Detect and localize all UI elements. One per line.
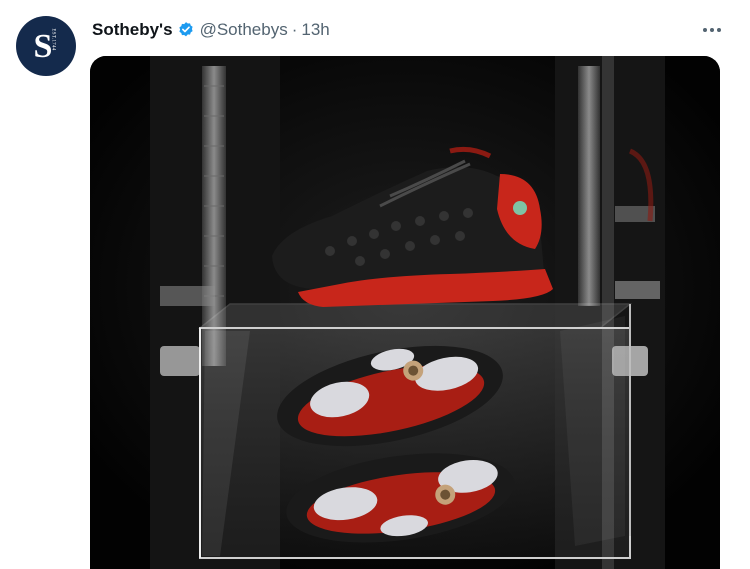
avatar[interactable]: S EST.1744 [16,16,76,76]
tweet-media-image[interactable] [90,56,720,569]
user-handle[interactable]: @Sothebys [200,20,288,40]
avatar-est-text: EST.1744 [50,28,56,51]
separator-dot: · [291,20,298,39]
timestamp[interactable]: 13h [301,20,329,40]
display-name[interactable]: Sotheby's [92,20,173,40]
sneaker-display-photo [90,56,720,569]
more-options-icon[interactable] [700,20,724,40]
verified-badge-icon [178,22,193,37]
tweet-header: Sotheby's @Sothebys · 13h [92,19,330,41]
